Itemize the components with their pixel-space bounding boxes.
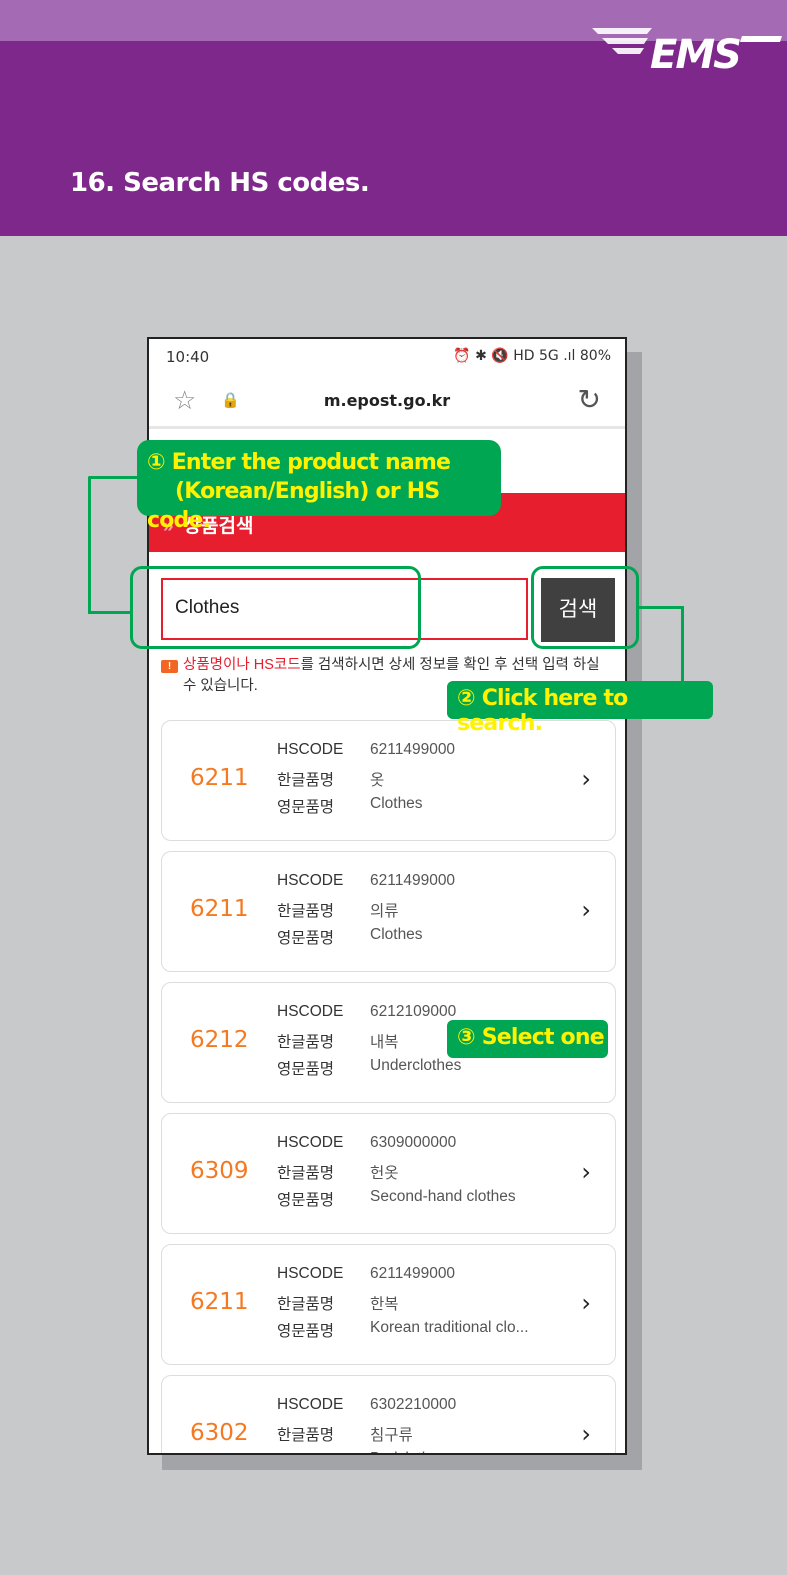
status-time: 10:40 — [166, 348, 210, 366]
korean-name-label: 한글품명 — [277, 1427, 335, 1444]
english-name-label: 영문품명 — [277, 1450, 334, 1453]
step2-number: ② — [457, 686, 476, 711]
status-icons: ⏰ ✱ 🔇 HD 5G .ıl 80% — [453, 348, 611, 364]
english-name-value: Underclothes — [370, 1057, 462, 1074]
result-card[interactable]: 6211 HSCODE 6211499000 한글품명 한복 영문품명 Kore… — [161, 1244, 616, 1365]
input-highlight-box — [130, 566, 421, 649]
chevron-right-icon[interactable]: › — [581, 896, 591, 924]
battery-level: 80% — [579, 348, 611, 364]
hscode-value: 6211499000 — [370, 741, 456, 758]
korean-name-label: 한글품명 — [277, 772, 335, 789]
notice-text: 를 검색하시면 상세 정보를 확인 후 선택 입력 하실 — [300, 657, 600, 673]
korean-name-value: 침구류 — [370, 1427, 413, 1444]
english-name-value: Second-hand clothes — [370, 1188, 516, 1205]
korean-name-label: 한글품명 — [277, 1296, 335, 1313]
english-name-value: Clothes — [370, 795, 423, 812]
result-card[interactable]: 6302 HSCODE 6302210000 한글품명 침구류 영문품명 Bed… — [161, 1375, 616, 1453]
connector-line — [90, 476, 140, 479]
english-name-label: 영문품명 — [277, 799, 335, 816]
callout-step2: ② Click here to search. — [447, 681, 713, 736]
korean-name-value: 의류 — [370, 903, 399, 920]
step-title: 16. Search HS codes. — [70, 168, 370, 198]
english-name-value: Bedclothes — [370, 1450, 447, 1453]
english-name-value: Clothes — [370, 926, 423, 943]
korean-name-value: 옷 — [370, 772, 385, 789]
hs-heading: 6302 — [190, 1420, 249, 1446]
svg-text:EMS: EMS — [650, 32, 740, 72]
hscode-label: HSCODE — [277, 741, 344, 758]
result-card[interactable]: 6211 HSCODE 6211499000 한글품명 옷 영문품명 Cloth… — [161, 720, 616, 841]
connector-line — [681, 606, 684, 682]
english-name-value: Korean traditional clo... — [370, 1319, 529, 1336]
korean-name-value: 한복 — [370, 1296, 399, 1313]
hs-heading: 6211 — [190, 765, 249, 791]
hscode-value: 6211499000 — [370, 1265, 456, 1282]
hscode-value: 6212109000 — [370, 1003, 457, 1020]
hscode-value: 6211499000 — [370, 872, 456, 889]
reload-icon[interactable]: ↻ — [578, 383, 601, 416]
browser-url-bar: ☆ 🔒 m.epost.go.kr ↻ — [149, 377, 625, 429]
status-bar: 10:40 ⏰ ✱ 🔇 HD 5G .ıl 80% — [149, 339, 625, 377]
korean-name-label: 한글품명 — [277, 1165, 335, 1182]
button-highlight-box — [531, 566, 639, 649]
connector-line — [88, 476, 91, 614]
url-text[interactable]: m.epost.go.kr — [149, 391, 625, 410]
hs-heading: 6212 — [190, 1027, 249, 1053]
hs-heading: 6211 — [190, 896, 249, 922]
korean-name-label: 한글품명 — [277, 903, 335, 920]
english-name-label: 영문품명 — [277, 1323, 335, 1340]
hscode-label: HSCODE — [277, 1265, 344, 1282]
hscode-value: 6309000000 — [370, 1134, 457, 1151]
connector-line — [638, 606, 684, 609]
hscode-label: HSCODE — [277, 872, 344, 889]
hs-heading: 6309 — [190, 1158, 249, 1184]
step3-text: Select one — [481, 1025, 605, 1050]
korean-name-value: 헌옷 — [370, 1165, 399, 1182]
chevron-right-icon[interactable]: › — [581, 1420, 591, 1448]
hscode-label: HSCODE — [277, 1396, 344, 1413]
step1-number: ① — [147, 450, 166, 475]
hs-heading: 6211 — [190, 1289, 249, 1315]
korean-name-label: 한글품명 — [277, 1034, 335, 1051]
step1-line1: Enter the product name — [171, 450, 451, 475]
hscode-label: HSCODE — [277, 1003, 344, 1020]
result-card[interactable]: 6309 HSCODE 6309000000 한글품명 헌옷 영문품명 Seco… — [161, 1113, 616, 1234]
callout-step1: ① Enter the product name (Korean/English… — [137, 440, 501, 533]
status-indicators: ⏰ ✱ 🔇 HD 5G .ıl — [453, 348, 576, 364]
hscode-value: 6302210000 — [370, 1396, 457, 1413]
callout-step3: ③ Select one — [447, 1020, 608, 1058]
korean-name-value: 내복 — [370, 1034, 399, 1051]
notice-highlight: 상품명이나 HS코드 — [183, 657, 301, 673]
chevron-right-icon[interactable]: › — [581, 765, 591, 793]
connector-line — [88, 611, 131, 614]
english-name-label: 영문품명 — [277, 930, 335, 947]
english-name-label: 영문품명 — [277, 1061, 335, 1078]
ems-logo: EMS — [592, 28, 782, 72]
english-name-label: 영문품명 — [277, 1192, 335, 1209]
chevron-right-icon[interactable]: › — [581, 1289, 591, 1317]
step3-number: ③ — [457, 1025, 476, 1050]
hscode-label: HSCODE — [277, 1134, 344, 1151]
alert-icon: ! — [161, 660, 178, 673]
chevron-right-icon[interactable]: › — [581, 1158, 591, 1186]
result-card[interactable]: 6211 HSCODE 6211499000 한글품명 의류 영문품명 Clot… — [161, 851, 616, 972]
